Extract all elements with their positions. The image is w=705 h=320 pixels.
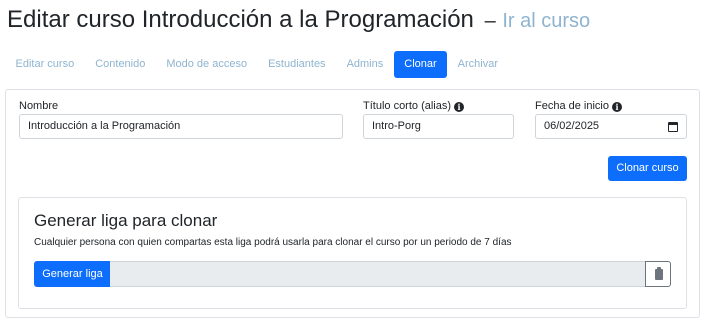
alias-label: Título corto (alias) i [363,100,465,113]
calendar-icon[interactable] [668,122,678,132]
info-circle-icon[interactable]: i [612,102,622,112]
copy-link-button[interactable] [645,261,671,287]
tab-archivar[interactable]: Archivar [447,51,508,78]
course-tabs: Editar curso Contenido Modo de acceso Es… [5,51,509,78]
tab-admins[interactable]: Admins [336,51,394,78]
tab-modo-de-acceso[interactable]: Modo de acceso [156,51,258,78]
go-to-course-link[interactable]: Ir al curso [502,10,590,32]
tab-estudiantes[interactable]: Estudiantes [258,51,336,78]
start-date-label: Fecha de inicio i [535,100,622,113]
tab-contenido[interactable]: Contenido [85,51,156,78]
tab-editar-curso[interactable]: Editar curso [5,51,85,78]
clone-course-button[interactable]: Clonar curso [608,156,687,181]
tab-clonar[interactable]: Clonar [393,51,448,78]
start-date-label-text: Fecha de inicio [535,100,609,112]
clone-link-description: Cualquier persona con quien compartas es… [34,237,512,248]
info-circle-icon[interactable]: i [454,102,465,112]
page-title-text: Editar curso Introducción a la Programac… [7,6,474,33]
generate-link-button[interactable]: Generar liga [34,261,111,287]
clone-link-field[interactable] [110,261,646,287]
alias-label-text: Título corto (alias) [363,100,452,112]
start-date-value: 06/02/2025 [544,120,600,132]
name-field[interactable]: Introducción a la Programación [19,114,343,139]
title-separator: – [484,10,496,32]
clone-link-panel: Generar liga para clonar Cualquier perso… [18,197,687,309]
clipboard-icon [655,267,663,280]
page-title: Editar curso Introducción a la Programac… [7,6,590,35]
clone-course-card: Nombre Introducción a la Programación Tí… [5,89,700,318]
clone-link-row: Generar liga [34,261,672,287]
name-label: Nombre [19,100,59,112]
clone-link-title: Generar liga para clonar [34,211,218,230]
alias-field[interactable]: Intro-Porg [363,114,514,139]
start-date-field[interactable]: 06/02/2025 [535,114,687,139]
